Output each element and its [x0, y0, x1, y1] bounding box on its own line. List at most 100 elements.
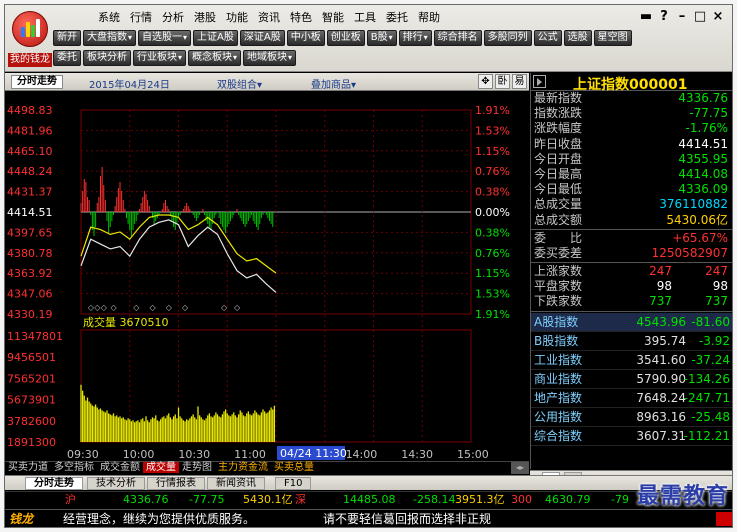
app-logo[interactable]: 我的钱龙 [8, 9, 52, 69]
time-tick-label: 10:30 [178, 448, 210, 460]
quote-value: 4336.09 [678, 182, 728, 197]
pct-tick-label: 0.00% [475, 206, 510, 219]
quote-value: 4355.95 [678, 151, 728, 166]
toolbar-row1-button-2[interactable]: 自选股一 [138, 30, 192, 46]
menu-item-9[interactable]: 委托 [381, 10, 413, 25]
toolbar-row1-button-0[interactable]: 新开 [53, 30, 81, 46]
breadth-row: 上涨家数 247 247 [531, 264, 732, 279]
lie-icon[interactable]: 卧 [495, 74, 510, 89]
menu-item-5[interactable]: 资讯 [253, 10, 285, 25]
main-tab-2[interactable]: 行情报表 [147, 477, 205, 490]
toolbar-row1-button-5[interactable]: 中小板 [286, 30, 325, 46]
time-tick-label: 15:00 [457, 448, 489, 460]
indicator-tab-5[interactable]: 主力资金流 [215, 462, 271, 473]
toolbar-row1-button-4[interactable]: 深证A股 [239, 30, 285, 46]
main-tab-3[interactable]: 新闻资讯 [207, 477, 265, 490]
quote-row: 指数涨跌 -77.75 [531, 106, 732, 121]
quote-value: 4414.51 [678, 136, 728, 151]
time-tick-label: 14:30 [401, 448, 433, 460]
main-tab-0[interactable]: 分时走势 [25, 477, 83, 490]
intraday-chart[interactable]: 4498.83 1.91% 4481.96 1.53% 4465.10 1.15% 4448… [5, 92, 529, 460]
indicator-tab-0[interactable]: 买卖力道 [5, 462, 51, 473]
indicator-tab-1[interactable]: 多空指标 [51, 462, 97, 473]
menu-item-3[interactable]: 港股 [189, 10, 221, 25]
order-row: 委买委差 1250582907 [531, 245, 732, 261]
event-marker: ◇ [221, 303, 228, 312]
index-row[interactable]: 公用指数 8963.16 -25.48 [531, 408, 732, 427]
index-row[interactable]: B股指数 395.74 -3.92 [531, 332, 732, 351]
logo-bars-icon [21, 19, 40, 37]
toolbar-toggle-icon[interactable]: ▬ [638, 9, 654, 24]
play-icon[interactable] [533, 75, 546, 88]
toolbar-row1-button-6[interactable]: 创业板 [326, 30, 365, 46]
toolbar-row1-button-12[interactable]: 选股 [563, 30, 592, 46]
event-marker: ◇ [101, 303, 108, 312]
toolbar-row2-button-3[interactable]: 概念板块 [188, 50, 242, 66]
menu-item-6[interactable]: 特色 [285, 10, 317, 25]
toolbar-row1-button-8[interactable]: 排行 [398, 30, 432, 46]
date-selector[interactable]: 2015年04月24日 [89, 76, 170, 91]
index-row-value: 8963.16 [636, 409, 686, 424]
main-tab-1[interactable]: 技术分析 [87, 477, 145, 490]
main-tab-4[interactable]: F10 [275, 477, 312, 490]
menu-item-7[interactable]: 智能 [317, 10, 349, 25]
menu-item-1[interactable]: 行情 [125, 10, 157, 25]
menu-item-4[interactable]: 功能 [221, 10, 253, 25]
scroll-arrows-icon[interactable]: ◂▸ [511, 462, 529, 474]
easy-icon[interactable]: 易 [512, 74, 527, 89]
index-list: A股指数 4543.96 -81.60 B股指数 395.74 -3.92 工业指数 3541… [531, 312, 732, 446]
toolbar-row1-button-3[interactable]: 上证A股 [193, 30, 238, 46]
indicator-tab-2[interactable]: 成交金额 [97, 462, 143, 473]
toolbar-row1-button-7[interactable]: B股 [366, 30, 397, 46]
quote-label: 总成交量 [534, 197, 583, 212]
breadth-list: 上涨家数 247 247 平盘家数 98 98 下跌家数 737 737 [531, 264, 732, 310]
combo-selector[interactable]: 双股组合▾ [217, 76, 262, 91]
indicator-tab-6[interactable]: 买卖总量 [271, 462, 317, 473]
toolbar-row1-button-11[interactable]: 公式 [533, 30, 562, 46]
quote-value: 4414.08 [678, 166, 728, 181]
index-row-label: A股指数 [534, 314, 579, 329]
index-row[interactable]: 商业指数 5790.90 -134.26 [531, 370, 732, 389]
ticker-300-name: 300 [511, 493, 532, 506]
toolbar-row1-button-1[interactable]: 大盘指数 [83, 30, 137, 46]
close-icon[interactable]: × [710, 9, 726, 24]
index-row[interactable]: 工业指数 3541.60 -37.24 [531, 351, 732, 370]
order-label: 委买委差 [534, 245, 583, 260]
order-value: 1250582907 [651, 245, 728, 260]
tab-intraday[interactable]: 分时走势 [11, 75, 63, 89]
minimize-icon[interactable]: – [674, 9, 690, 24]
toolbar-row2-button-1[interactable]: 板块分析 [83, 50, 131, 66]
toolbar-row1-button-9[interactable]: 综合排名 [433, 30, 482, 46]
toolbar-row2-button-4[interactable]: 地域板块 [243, 50, 297, 66]
event-marker: ◇ [133, 303, 140, 312]
menu-item-8[interactable]: 工具 [349, 10, 381, 25]
index-row-label: B股指数 [534, 333, 579, 348]
overlay-selector[interactable]: 叠加商品▾ [311, 76, 356, 91]
menu-item-2[interactable]: 分析 [157, 10, 189, 25]
help-icon[interactable]: ? [656, 9, 672, 24]
order-row: 委 比 +65.67% [531, 231, 732, 246]
indicator-tab-4[interactable]: 走势图 [179, 462, 215, 473]
toolbar-row2-button-2[interactable]: 行业板块 [133, 50, 187, 66]
breadth-row: 下跌家数 737 737 [531, 294, 732, 309]
index-row-change: -3.92 [698, 333, 730, 348]
crosshair-icon[interactable]: ✥ [478, 74, 493, 89]
quote-row: 今日开盘 4355.95 [531, 151, 732, 167]
menu-item-0[interactable]: 系统 [93, 10, 125, 25]
index-row[interactable]: 地产指数 7648.24 -247.71 [531, 389, 732, 408]
quote-value: 4336.76 [678, 91, 728, 105]
event-marker: ◇ [111, 303, 118, 312]
index-row[interactable]: 综合指数 3607.31 -112.21 [531, 427, 732, 446]
price-tick-label: 4363.92 [7, 267, 53, 280]
toolbar-row1-button-10[interactable]: 多股同列 [483, 30, 532, 46]
pct-tick-label: 1.91% [475, 308, 510, 321]
toolbar-row1-button-13[interactable]: 星空图 [593, 30, 632, 46]
indicator-tab-3[interactable]: 成交量 [143, 462, 179, 473]
breadth-sh-value: 737 [649, 294, 672, 309]
index-row-change: -37.24 [691, 352, 730, 367]
maximize-icon[interactable]: □ [692, 9, 708, 24]
index-row[interactable]: A股指数 4543.96 -81.60 [531, 312, 732, 332]
menu-item-10[interactable]: 帮助 [413, 10, 445, 25]
price-tick-label: 4448.24 [7, 165, 53, 178]
toolbar-row2-button-0[interactable]: 委托 [53, 50, 81, 66]
